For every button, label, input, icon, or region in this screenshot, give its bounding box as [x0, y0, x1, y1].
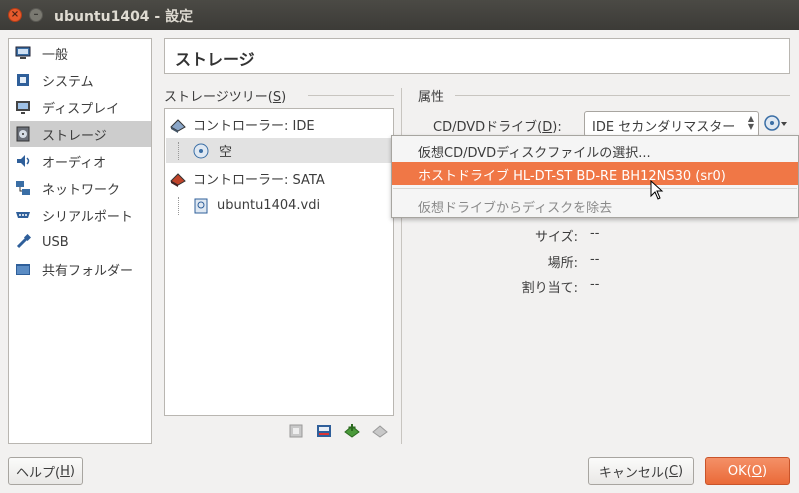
hard-disk-icon	[194, 198, 208, 213]
add-attachment-icon[interactable]	[344, 423, 360, 439]
folder-icon	[16, 264, 30, 275]
help-button[interactable]: ヘルプ(H)	[8, 457, 83, 485]
tree-node-ide-controller[interactable]: コントローラー: IDE	[169, 112, 391, 137]
tree-node-label: コントローラー: SATA	[193, 173, 325, 188]
sidebar-item-storage[interactable]: ストレージ	[10, 121, 151, 147]
help-button-close: )	[69, 463, 75, 479]
cd-dvd-drive-label: CD/DVDドライブ(D):	[433, 116, 562, 135]
sidebar-item-label: 共有フォルダー	[42, 263, 134, 279]
menu-item-remove-disk: 仮想ドライブからディスクを除去	[392, 194, 798, 217]
sidebar-item-label: USB	[42, 234, 69, 250]
storage-tree-label: ストレージツリー(S)	[164, 86, 286, 105]
remove-controller-icon[interactable]	[316, 423, 332, 439]
sidebar-item-label: ストレージ	[42, 128, 107, 144]
menu-item-label: ホストドライブ HL-DT-ST BD-RE BH12NS30 (sr0)	[418, 169, 726, 184]
sidebar-item-label: オーディオ	[42, 155, 107, 171]
cd-dvd-drive-label-mnemonic: D	[542, 120, 553, 135]
attached-to-row: 割り当て:	[420, 277, 578, 296]
monitor-icon	[15, 46, 31, 59]
sidebar-item-serial-port[interactable]: シリアルポート	[10, 202, 151, 228]
menu-separator	[393, 188, 797, 189]
network-icon	[16, 181, 30, 195]
storage-tree-label-mnemonic: S	[272, 90, 282, 105]
ok-button-close: )	[762, 463, 768, 479]
sata-controller-icon	[170, 172, 186, 187]
chip-icon	[17, 74, 29, 86]
usb-icon	[16, 234, 31, 249]
size-value: --	[590, 226, 600, 241]
optical-disc-icon	[193, 143, 209, 158]
ok-button[interactable]: OK(O)	[705, 457, 790, 485]
choose-disk-icon[interactable]	[764, 114, 788, 132]
cancel-button-label: キャンセル(	[598, 465, 669, 481]
ok-button-label: OK(	[727, 463, 752, 479]
attached-to-label: 割り当て:	[521, 281, 578, 296]
close-window-button[interactable]: ×	[8, 8, 22, 22]
tree-guide	[178, 141, 187, 160]
cancel-button-mnemonic: C	[668, 463, 679, 479]
location-label: 場所:	[547, 256, 578, 271]
storage-tree-label-close: )	[281, 90, 287, 105]
menu-item-label: 仮想ドライブからディスクを除去	[418, 201, 613, 216]
page-title: ストレージ	[175, 50, 255, 69]
mouse-pointer-icon	[650, 180, 664, 200]
menu-item-choose-virtual-disk-file[interactable]: 仮想CD/DVDディスクファイルの選択...	[392, 139, 798, 162]
cd-dvd-drive-select[interactable]: IDE セカンダリマスター ▲ ▼	[584, 111, 759, 137]
add-controller-icon[interactable]	[288, 423, 304, 439]
divider	[455, 95, 790, 96]
menu-item-label: 仮想CD/DVDディスクファイルの選択...	[418, 146, 651, 161]
page-header: ストレージ	[164, 38, 790, 74]
location-value: --	[590, 252, 600, 267]
sidebar-item-label: システム	[42, 74, 94, 90]
tree-node-vdi[interactable]: ubuntu1404.vdi	[166, 193, 392, 218]
sidebar-item-general[interactable]: 一般	[10, 40, 151, 66]
size-label: サイズ:	[535, 230, 578, 245]
ide-controller-icon	[170, 118, 186, 133]
serial-port-icon	[16, 212, 30, 218]
cancel-button[interactable]: キャンセル(C)	[588, 457, 694, 485]
sidebar-item-label: ディスプレイ	[42, 101, 120, 117]
tree-node-label: 空	[219, 145, 233, 160]
tree-node-empty-drive[interactable]: 空	[166, 138, 392, 163]
location-row: 場所:	[420, 252, 578, 271]
storage-tree[interactable]: コントローラー: IDE 空 コントローラー: SATA ubuntu1404.…	[164, 108, 394, 416]
sidebar-item-label: 一般	[42, 47, 69, 63]
storage-icon	[16, 126, 30, 142]
size-row: サイズ:	[420, 226, 578, 245]
disk-choice-menu: 仮想CD/DVDディスクファイルの選択... ホストドライブ HL-DT-ST …	[391, 135, 799, 218]
sidebar-item-usb[interactable]: USB	[10, 229, 151, 255]
help-button-mnemonic: H	[60, 463, 70, 479]
attributes-label: 属性	[418, 90, 445, 105]
minimize-window-button[interactable]: –	[29, 8, 43, 22]
window-titlebar: × – ubuntu1404 - 設定	[0, 0, 799, 30]
sidebar-item-display[interactable]: ディスプレイ	[10, 94, 151, 120]
help-button-label: ヘルプ(	[16, 465, 61, 481]
sidebar-item-label: シリアルポート	[42, 209, 133, 225]
window-title: ubuntu1404 - 設定	[54, 9, 194, 25]
spin-arrows-icon: ▲ ▼	[747, 114, 754, 131]
cancel-button-close: )	[678, 463, 684, 479]
tree-node-label: コントローラー: IDE	[193, 119, 315, 134]
tree-guide	[178, 196, 187, 215]
cd-dvd-drive-value: IDE セカンダリマスター	[592, 120, 736, 135]
sidebar-item-system[interactable]: システム	[10, 67, 151, 93]
sidebar-item-label: ネットワーク	[42, 182, 121, 198]
cd-dvd-drive-label-text: CD/DVDドライブ(	[433, 120, 543, 135]
sidebar-item-audio[interactable]: オーディオ	[10, 148, 151, 174]
storage-tree-label-text: ストレージツリー(	[164, 90, 273, 105]
tree-node-label: ubuntu1404.vdi	[217, 198, 321, 213]
display-icon	[16, 101, 30, 114]
attached-to-value: --	[590, 277, 600, 292]
speaker-icon	[17, 155, 30, 167]
divider	[308, 95, 394, 96]
sidebar-item-shared-folders[interactable]: 共有フォルダー	[10, 256, 151, 282]
remove-attachment-icon[interactable]	[372, 423, 388, 439]
menu-item-host-drive[interactable]: ホストドライブ HL-DT-ST BD-RE BH12NS30 (sr0)	[392, 162, 798, 185]
cd-dvd-drive-label-close: ):	[552, 120, 562, 135]
sidebar-item-network[interactable]: ネットワーク	[10, 175, 151, 201]
settings-category-list: 一般 システム ディスプレイ ストレージ オーディオ ネットワーク シリアルポー…	[8, 38, 152, 444]
tree-node-sata-controller[interactable]: コントローラー: SATA	[169, 166, 391, 191]
ok-button-mnemonic: O	[751, 463, 762, 479]
